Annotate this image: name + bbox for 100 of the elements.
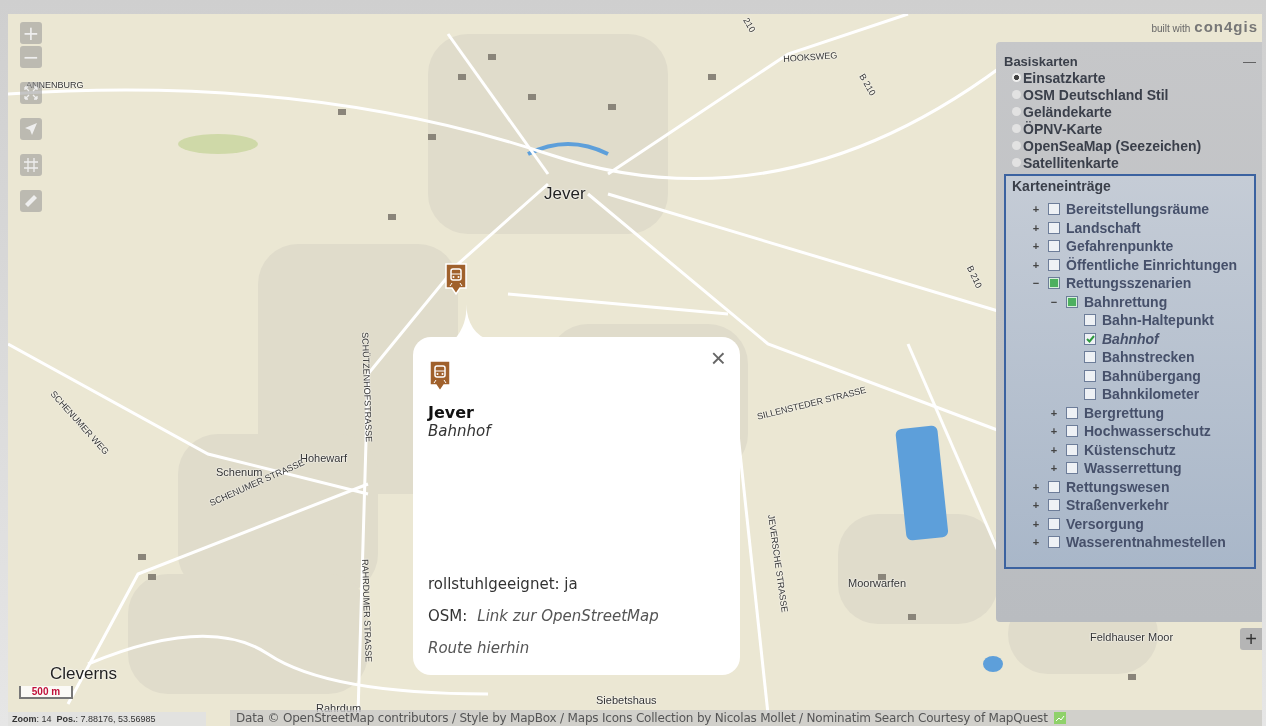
layer-checkbox[interactable] <box>1048 203 1060 216</box>
popup-title: Jever <box>428 403 475 422</box>
radio-button[interactable] <box>1012 141 1021 150</box>
layer-label[interactable]: Landschaft <box>1066 219 1141 236</box>
radio-button[interactable] <box>1012 90 1021 99</box>
expand-arrows-icon <box>24 86 38 100</box>
expand-toggle[interactable]: + <box>1030 536 1042 549</box>
layer-checkbox[interactable] <box>1084 388 1096 401</box>
train-station-icon <box>428 359 452 393</box>
layer-label[interactable]: Straßenverkehr <box>1066 497 1169 514</box>
radio-button[interactable] <box>1012 158 1021 167</box>
basemap-label[interactable]: Geländekarte <box>1023 103 1112 120</box>
panel-title: Basiskarten <box>1004 54 1078 69</box>
scale-bar: 500 m <box>19 686 73 699</box>
layer-label[interactable]: Bahnstrecken <box>1102 349 1195 366</box>
basemap-label[interactable]: OSM Deutschland Stil <box>1023 86 1169 103</box>
expand-toggle[interactable]: − <box>1030 277 1042 290</box>
layer-checkbox[interactable] <box>1066 295 1078 308</box>
place-label: Schenum <box>216 466 263 478</box>
place-label: Feldhauser Moor <box>1090 631 1174 643</box>
logo[interactable]: con4gis <box>1194 18 1258 35</box>
attribute-text: rollstuhlgeeignet: ja <box>428 575 579 593</box>
layer-checkbox[interactable] <box>1066 425 1078 438</box>
route-link[interactable]: Route hierhin <box>428 639 530 657</box>
attribution-text: Data © OpenStreetMap contributors / Style by MapBox / Maps Icons Collection by Nicolas Mollet / Nominatim Search Courtesy of MapQuest <box>236 711 1048 725</box>
ruler-icon <box>24 194 38 208</box>
expand-toggle[interactable]: + <box>1048 443 1060 456</box>
expand-toggle[interactable]: + <box>1030 203 1042 216</box>
expand-toggle[interactable]: + <box>1030 258 1042 271</box>
basemap-label[interactable]: Einsatzkarte <box>1023 69 1106 86</box>
place-label: Cleverns <box>50 664 118 684</box>
layer-label[interactable]: Gefahrenpunkte <box>1066 238 1174 255</box>
radio-button[interactable] <box>1012 107 1021 116</box>
street-label: RAHRDUMER STRASSE <box>360 559 374 663</box>
layer-checkbox[interactable] <box>1048 277 1060 290</box>
layer-checkbox[interactable] <box>1066 406 1078 419</box>
built-with-text: built with <box>1151 23 1191 34</box>
layer-checkbox[interactable] <box>1084 351 1096 364</box>
layer-label[interactable]: Rettungswesen <box>1066 478 1170 495</box>
basemap-label[interactable]: Satellitenkarte <box>1023 154 1119 171</box>
street-label: B 210 <box>857 72 878 98</box>
expand-toggle[interactable]: + <box>1030 499 1042 512</box>
grid-icon <box>24 158 38 172</box>
layer-checkbox[interactable] <box>1048 517 1060 530</box>
layer-checkbox[interactable] <box>1084 369 1096 382</box>
expand-toggle[interactable]: + <box>1030 240 1042 253</box>
expand-toggle[interactable]: + <box>1030 480 1042 493</box>
layer-checkbox[interactable] <box>1048 258 1060 271</box>
layer-label[interactable]: Bergrettung <box>1084 404 1165 421</box>
layer-checkbox[interactable] <box>1048 499 1060 512</box>
layer-label[interactable]: Rettungsszenarien <box>1066 275 1192 292</box>
layer-checkbox[interactable] <box>1084 332 1096 345</box>
layer-checkbox[interactable] <box>1066 443 1078 456</box>
layer-label[interactable]: Bahnhof <box>1102 330 1159 347</box>
street-label: HOOKSWEG <box>783 50 838 64</box>
expand-toggle[interactable]: + <box>1030 221 1042 234</box>
place-label: Rahrdum <box>316 702 362 714</box>
close-button[interactable]: × <box>706 345 730 371</box>
expand-toggle[interactable]: + <box>1048 462 1060 475</box>
place-label: Siebetshaus <box>596 694 657 706</box>
radio-button[interactable] <box>1012 124 1021 133</box>
layer-label[interactable]: Bahnkilometer <box>1102 386 1200 403</box>
collapse-button[interactable]: — <box>1243 54 1256 69</box>
place-label: Moorwarfen <box>848 577 907 589</box>
layer-checkbox[interactable] <box>1048 536 1060 549</box>
layer-checkbox[interactable] <box>1048 221 1060 234</box>
street-label: JEVERSCHE STRASSE <box>766 514 790 613</box>
layer-label[interactable]: Wasserrettung <box>1084 460 1182 477</box>
basemap-label[interactable]: ÖPNV-Karte <box>1023 120 1103 137</box>
layer-label[interactable]: Bahn-Haltepunkt <box>1102 312 1214 329</box>
layer-checkbox[interactable] <box>1084 314 1096 327</box>
layer-label[interactable]: Versorgung <box>1066 515 1144 532</box>
basemap-label[interactable]: OpenSeaMap (Seezeichen) <box>1023 137 1202 154</box>
train-station-marker-icon[interactable] <box>444 262 468 296</box>
expand-button[interactable]: + <box>1240 628 1262 650</box>
layer-checkbox[interactable] <box>1048 480 1060 493</box>
popup-subtitle: Bahnhof <box>428 422 494 440</box>
expand-toggle[interactable]: − <box>1048 295 1060 308</box>
street-label: B 210 <box>964 264 984 290</box>
radio-button[interactable] <box>1012 73 1021 82</box>
layer-label[interactable]: Bahnübergang <box>1102 367 1201 384</box>
layer-label[interactable]: Küstenschutz <box>1084 441 1176 458</box>
expand-toggle[interactable]: + <box>1048 406 1060 419</box>
layer-checkbox[interactable] <box>1048 240 1060 253</box>
layer-label[interactable]: Bereitstellungsräume <box>1066 201 1210 218</box>
place-label: Jever <box>544 184 586 204</box>
layer-label[interactable]: Hochwasserschutz <box>1084 423 1211 440</box>
street-label: ANNENBURG <box>26 80 84 90</box>
layer-label[interactable]: Öffentliche Einrichtungen <box>1066 256 1238 273</box>
expand-toggle[interactable]: + <box>1030 517 1042 530</box>
chart-icon <box>1053 712 1066 724</box>
street-label: 210 <box>741 16 758 34</box>
expand-toggle[interactable]: + <box>1048 425 1060 438</box>
position-text: Zoom: 14 Pos.: 7.88176, 53.56985 <box>8 712 206 726</box>
osm-link[interactable]: Link zur OpenStreetMap <box>477 607 659 625</box>
layer-label[interactable]: Bahnrettung <box>1084 293 1168 310</box>
layer-label[interactable]: Wasserentnahmestellen <box>1066 534 1226 551</box>
osm-label: OSM: <box>428 607 468 625</box>
layer-checkbox[interactable] <box>1066 462 1078 475</box>
navigation-arrow-icon <box>24 122 38 136</box>
